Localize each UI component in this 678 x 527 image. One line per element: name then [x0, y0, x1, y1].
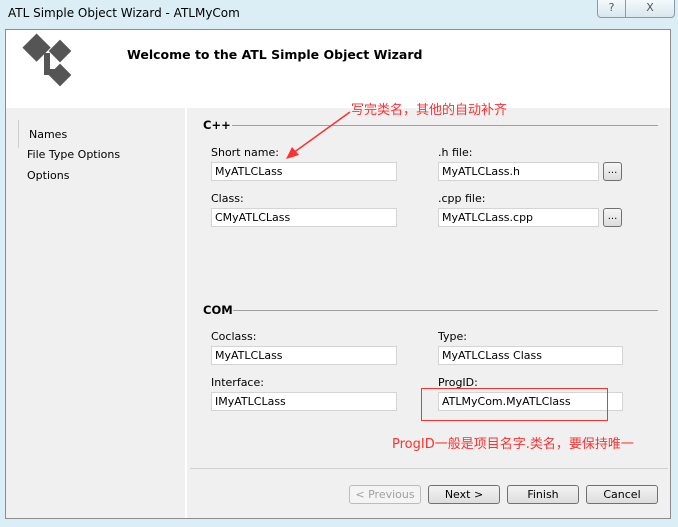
next-button[interactable]: Next > [428, 485, 500, 504]
cancel-button[interactable]: Cancel [586, 485, 658, 504]
finish-button[interactable]: Finish [507, 485, 579, 504]
annotation-arrow-icon [286, 111, 351, 159]
previous-button[interactable]: < Previous [349, 485, 421, 504]
footer-divider [190, 468, 668, 469]
